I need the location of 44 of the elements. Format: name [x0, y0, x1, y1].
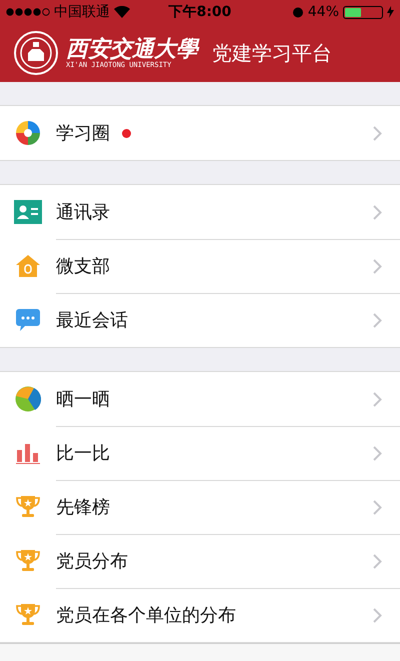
menu-label: 晒一晒: [56, 388, 110, 412]
chat-bubble-icon: [16, 309, 40, 331]
menu-label: 先锋榜: [56, 496, 110, 520]
university-emblem-icon: [14, 31, 58, 75]
menu-label: 微支部: [56, 255, 110, 279]
contact-card-icon: [14, 200, 42, 224]
menu-label: 通讯录: [56, 200, 110, 224]
chevron-right-icon: [373, 259, 382, 274]
chevron-right-icon: [373, 554, 382, 569]
colorful-ring-icon: [15, 120, 41, 146]
menu-item[interactable]: 先锋榜: [56, 480, 400, 534]
bar-chart-icon: [16, 442, 40, 464]
menu-item[interactable]: 通讯录: [56, 185, 400, 239]
chevron-right-icon: [373, 500, 382, 515]
battery-percent: 44%: [308, 2, 340, 22]
university-name: 西安交通大學: [66, 38, 198, 60]
header-title: 党建学习平台: [212, 40, 332, 67]
menu-item[interactable]: 晒一晒: [56, 372, 400, 426]
menu-item[interactable]: 微支部: [56, 239, 400, 293]
pie-chart-icon: [15, 386, 41, 412]
chevron-right-icon: [373, 392, 382, 406]
menu-item[interactable]: 党员在各个单位的分布: [56, 588, 400, 642]
chevron-right-icon: [373, 126, 382, 140]
wifi-icon: [114, 6, 130, 18]
menu-label: 党员分布: [56, 550, 128, 574]
chevron-right-icon: [373, 204, 382, 220]
menu-label: 学习圈: [56, 122, 110, 146]
menu-label: 比一比: [56, 442, 110, 466]
chevron-right-icon: [373, 446, 382, 461]
trophy-icon: [16, 496, 40, 518]
menu-item[interactable]: 比一比: [56, 426, 400, 480]
trophy-icon: [16, 604, 40, 626]
menu-item[interactable]: 最近会话: [56, 293, 400, 347]
carrier-name: 中国联通: [54, 2, 110, 22]
trophy-icon: [16, 550, 40, 572]
clock-time: 下午8:00: [168, 2, 232, 22]
menu-item[interactable]: 党员分布: [56, 534, 400, 588]
chevron-right-icon: [373, 608, 382, 623]
chevron-right-icon: [373, 313, 382, 328]
charging-bolt-icon: [387, 6, 394, 18]
house-icon: [16, 255, 40, 277]
signal-dots-icon: [6, 8, 50, 16]
menu-label: 党员在各个单位的分布: [56, 604, 236, 628]
menu-label: 最近会话: [56, 309, 128, 333]
